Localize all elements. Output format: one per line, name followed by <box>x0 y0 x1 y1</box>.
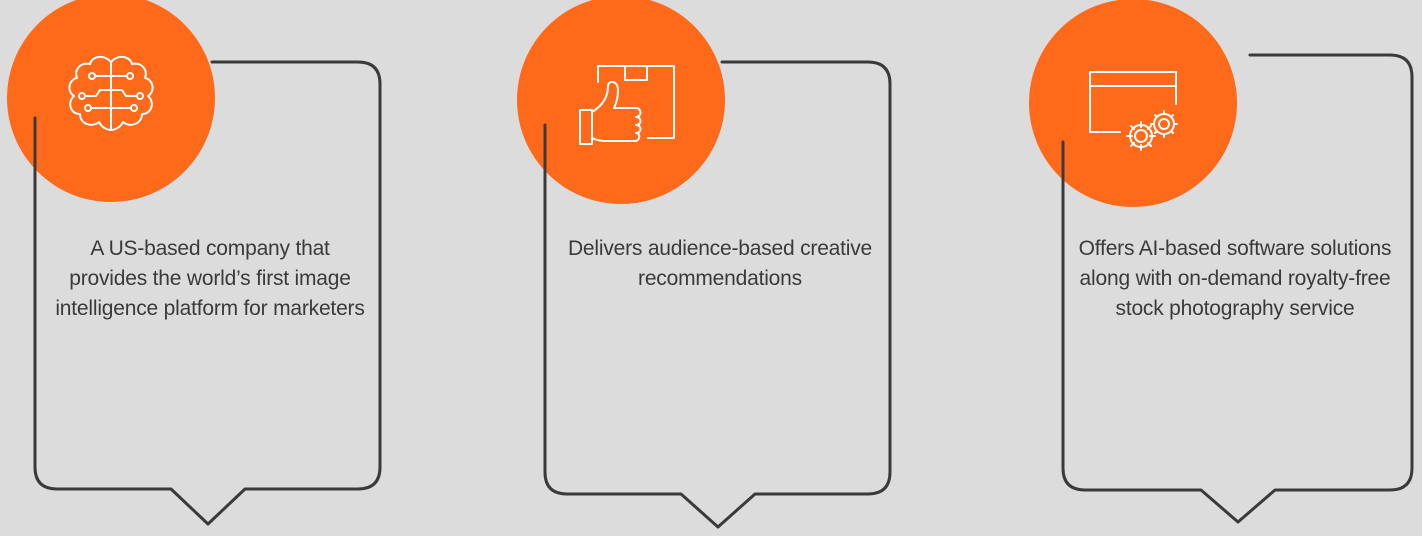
card-description: Delivers audience-based creative recomme… <box>567 237 873 290</box>
card-description: A US-based company that provides the wor… <box>55 237 365 320</box>
icon-badge <box>1029 0 1237 207</box>
icon-badge <box>517 0 725 204</box>
card-description: Offers AI-based software solutions along… <box>1078 237 1392 320</box>
